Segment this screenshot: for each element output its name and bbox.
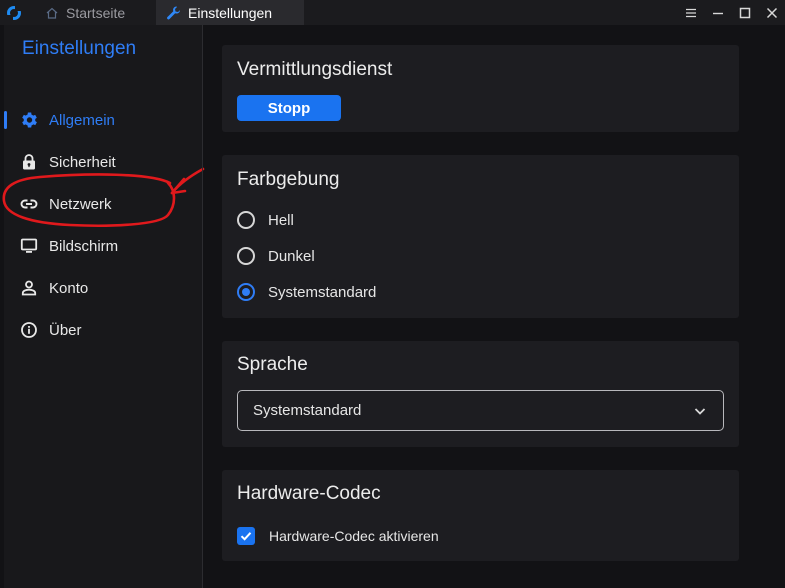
menu-button[interactable] xyxy=(682,4,700,22)
card-title: Vermittlungsdienst xyxy=(237,59,393,80)
sidebar-item-netzwerk[interactable]: Netzwerk xyxy=(4,187,202,221)
language-card: Sprache Systemstandard xyxy=(222,341,739,447)
radio-label: Hell xyxy=(268,211,294,229)
service-card: Vermittlungsdienst Stopp xyxy=(222,45,739,132)
sidebar-title: Einstellungen xyxy=(22,38,137,59)
radio-circle-checked[interactable] xyxy=(237,283,255,301)
language-select[interactable]: Systemstandard xyxy=(237,390,724,431)
tab-label: Einstellungen xyxy=(188,4,273,21)
checkmark-icon xyxy=(240,532,252,541)
app-logo-icon xyxy=(6,5,22,21)
tab-label: Startseite xyxy=(66,4,126,21)
lock-icon xyxy=(23,154,35,170)
sidebar-item-sicherheit[interactable]: Sicherheit xyxy=(4,145,202,179)
wrench-icon xyxy=(167,6,180,19)
gear-icon xyxy=(22,112,37,128)
radio-hell[interactable]: Hell xyxy=(237,208,294,232)
info-icon xyxy=(21,322,37,338)
radio-label: Dunkel xyxy=(268,247,315,265)
person-icon xyxy=(21,280,37,296)
sidebar-item-label: Über xyxy=(49,321,82,339)
sidebar-item-ueber[interactable]: Über xyxy=(4,313,202,347)
codec-checkbox-row[interactable]: Hardware-Codec aktivieren xyxy=(237,525,439,547)
stop-button[interactable]: Stopp xyxy=(237,95,341,121)
minimize-button[interactable] xyxy=(709,4,727,22)
sidebar-item-bildschirm[interactable]: Bildschirm xyxy=(4,229,202,263)
home-icon xyxy=(46,7,58,19)
close-icon xyxy=(766,7,778,19)
tab-startseite[interactable]: Startseite xyxy=(45,0,125,25)
chevron-down-icon xyxy=(694,408,706,415)
sidebar-item-konto[interactable]: Konto xyxy=(4,271,202,305)
sidebar-item-label: Sicherheit xyxy=(49,153,116,171)
active-indicator xyxy=(4,111,7,129)
tab-einstellungen[interactable]: Einstellungen xyxy=(156,0,304,25)
select-value: Systemstandard xyxy=(253,402,362,419)
radio-systemstandard[interactable]: Systemstandard xyxy=(237,280,376,304)
radio-dunkel[interactable]: Dunkel xyxy=(237,244,315,268)
sidebar-item-label: Netzwerk xyxy=(49,195,112,213)
minimize-icon xyxy=(713,12,723,15)
radio-label: Systemstandard xyxy=(268,283,377,301)
checkbox-label: Hardware-Codec aktivieren xyxy=(269,528,439,544)
maximize-icon xyxy=(739,7,751,19)
sidebar-divider xyxy=(202,25,203,588)
card-title: Hardware-Codec xyxy=(237,483,381,504)
sidebar-item-label: Allgemein xyxy=(49,111,115,129)
codec-card: Hardware-Codec Hardware-Codec aktivieren xyxy=(222,470,739,561)
sidebar-item-label: Konto xyxy=(49,279,89,297)
radio-circle[interactable] xyxy=(237,211,255,229)
title-bar: Startseite Einstellungen xyxy=(0,0,785,25)
sidebar-item-allgemein[interactable]: Allgemein xyxy=(4,103,202,137)
menu-icon xyxy=(686,8,696,18)
theme-card: Farbgebung Hell Dunkel Systemstandard xyxy=(222,155,739,318)
card-title: Sprache xyxy=(237,354,308,375)
radio-circle[interactable] xyxy=(237,247,255,265)
close-button[interactable] xyxy=(763,4,781,22)
maximize-button[interactable] xyxy=(736,4,754,22)
card-title: Farbgebung xyxy=(237,169,340,190)
sidebar-item-label: Bildschirm xyxy=(49,237,119,255)
monitor-icon xyxy=(20,238,38,253)
sidebar: Einstellungen Allgemein Sicherheit Netzw… xyxy=(4,25,202,588)
codec-checkbox[interactable] xyxy=(237,527,255,545)
link-icon xyxy=(20,199,38,209)
